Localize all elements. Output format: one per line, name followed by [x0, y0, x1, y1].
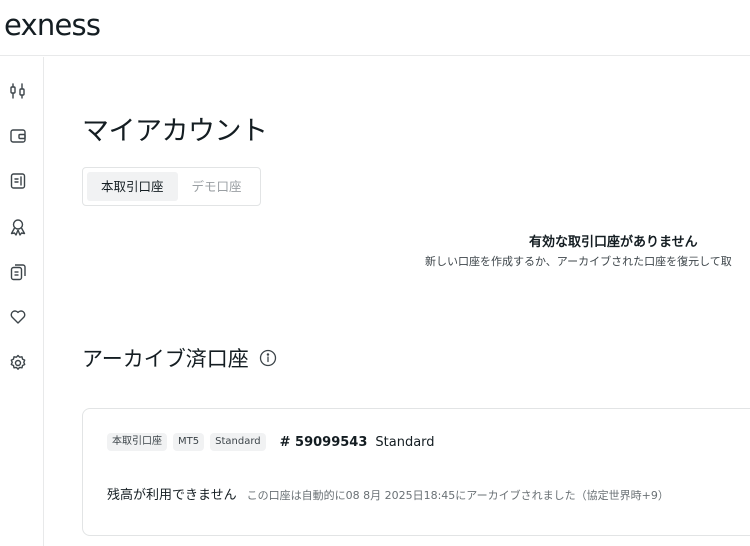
- balance-status: 残高が利用できません: [107, 488, 237, 503]
- trade-icon[interactable]: [8, 81, 28, 101]
- account-kind-badge: 本取引口座: [107, 433, 167, 451]
- account-type-badge: Standard: [210, 433, 266, 451]
- archive-note: この口座は自動的に08 8月 2025日18:45にアーカイブされました（協定世…: [246, 489, 669, 502]
- document-icon[interactable]: [8, 171, 28, 191]
- settings-icon[interactable]: [8, 353, 28, 373]
- platform-badge: MT5: [173, 433, 205, 451]
- heart-icon[interactable]: [8, 307, 28, 327]
- tab-demo-accounts[interactable]: デモ口座: [178, 172, 256, 201]
- archive-section-title: アーカイブ済口座: [82, 343, 277, 373]
- empty-state-subtitle: 新しい口座を作成するか、アーカイブされた口座を復元して取: [425, 255, 732, 268]
- wallet-icon[interactable]: [8, 126, 28, 146]
- archive-title-text: アーカイブ済口座: [82, 347, 249, 371]
- rewards-icon[interactable]: [8, 217, 28, 237]
- exness-logo[interactable]: exness: [4, 9, 101, 41]
- main-content: マイアカウント 本取引口座 デモ口座 有効な取引口座がありません 新しい口座を作…: [45, 57, 750, 546]
- account-type-label: Standard: [375, 434, 435, 450]
- account-tags: 本取引口座 MT5 Standard # 59099543 Standard: [107, 433, 435, 451]
- archived-account-card[interactable]: 本取引口座 MT5 Standard # 59099543 Standard 残…: [82, 408, 750, 536]
- account-status-row: 残高が利用できません この口座は自動的に08 8月 2025日18:45にアーカ…: [107, 484, 669, 503]
- sidebar: [0, 57, 44, 546]
- top-bar: exness: [0, 0, 750, 56]
- page-title: マイアカウント: [82, 116, 268, 147]
- account-tabs: 本取引口座 デモ口座: [82, 167, 261, 206]
- info-icon[interactable]: [259, 349, 277, 367]
- empty-state-title: 有効な取引口座がありません: [529, 235, 698, 250]
- account-number: # 59099543: [279, 434, 368, 450]
- tab-real-accounts[interactable]: 本取引口座: [87, 172, 178, 201]
- copy-icon[interactable]: [8, 262, 28, 282]
